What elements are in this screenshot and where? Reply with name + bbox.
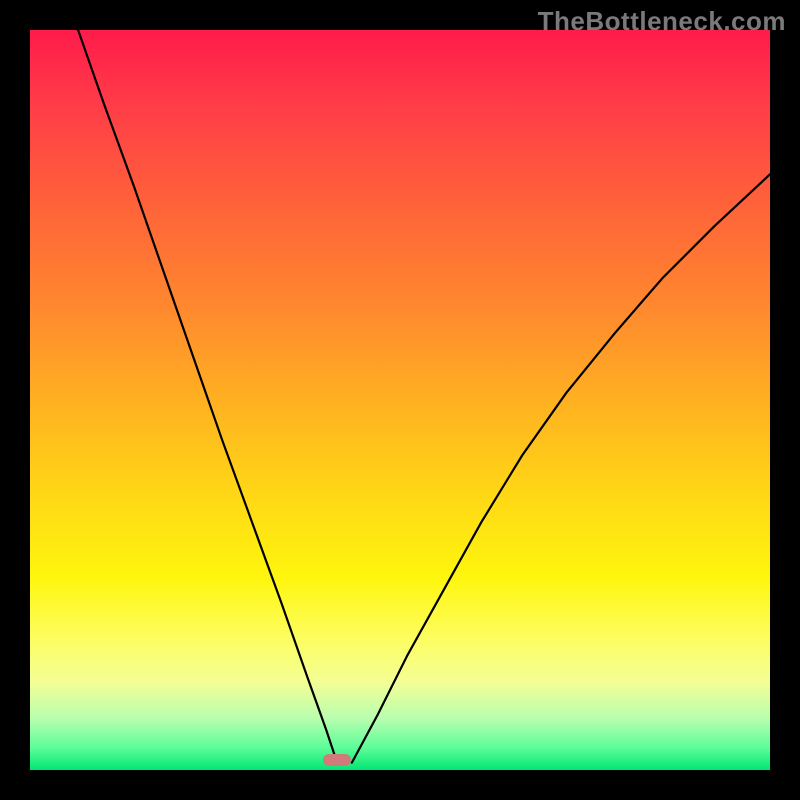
chart-frame: TheBottleneck.com — [0, 0, 800, 800]
curve-right — [352, 174, 770, 762]
curves-svg — [30, 30, 770, 770]
curve-left — [78, 30, 337, 763]
plot-area — [30, 30, 770, 770]
minimum-marker — [323, 754, 351, 766]
